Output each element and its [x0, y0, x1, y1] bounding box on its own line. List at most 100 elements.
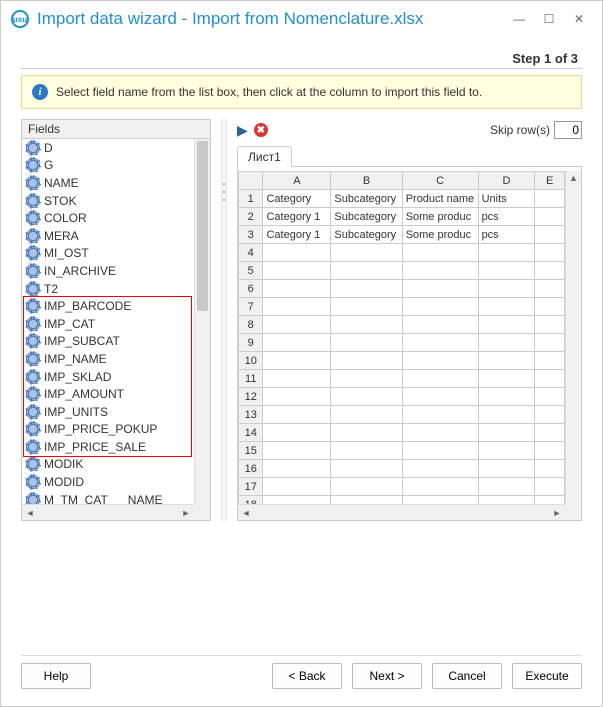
grid-cell[interactable]: pcs — [478, 208, 535, 226]
field-item[interactable]: MERA — [22, 227, 194, 245]
field-item[interactable]: MODID — [22, 473, 194, 491]
grid-cell[interactable]: Category 1 — [263, 226, 331, 244]
row-header[interactable]: 12 — [239, 388, 263, 406]
grid-cell[interactable] — [535, 478, 565, 496]
grid-cell[interactable] — [331, 442, 402, 460]
field-item[interactable]: STOK — [22, 192, 194, 210]
sheet-tab[interactable]: Лист1 — [237, 146, 292, 167]
row-header[interactable]: 8 — [239, 316, 263, 334]
grid-cell[interactable] — [535, 496, 565, 505]
fields-vscroll-thumb[interactable] — [197, 141, 208, 311]
row-header[interactable]: 15 — [239, 442, 263, 460]
grid-cell[interactable] — [402, 352, 478, 370]
col-header[interactable]: D — [478, 172, 535, 190]
grid-cell[interactable] — [478, 280, 535, 298]
grid-cell[interactable] — [535, 244, 565, 262]
grid-cell[interactable] — [402, 388, 478, 406]
next-button[interactable]: Next > — [352, 663, 422, 689]
grid-cell[interactable] — [331, 460, 402, 478]
col-header[interactable]: C — [402, 172, 478, 190]
grid-cell[interactable] — [331, 352, 402, 370]
grid-cell[interactable] — [263, 460, 331, 478]
grid-cell[interactable] — [331, 424, 402, 442]
field-item[interactable]: NAME — [22, 174, 194, 192]
grid-cell[interactable] — [402, 442, 478, 460]
grid-cell[interactable] — [263, 262, 331, 280]
grid-cell[interactable] — [263, 442, 331, 460]
grid-cell[interactable] — [535, 352, 565, 370]
field-item[interactable]: IN_ARCHIVE — [22, 262, 194, 280]
grid-cell[interactable] — [263, 424, 331, 442]
grid-cell[interactable]: Subcategory — [331, 226, 402, 244]
field-item[interactable]: MI_OST — [22, 245, 194, 263]
execute-button[interactable]: Execute — [512, 663, 582, 689]
grid-cell[interactable] — [263, 352, 331, 370]
field-item[interactable]: M_TM_CAT___NAME — [22, 491, 194, 504]
grid-cell[interactable]: Category — [263, 190, 331, 208]
grid-cell[interactable] — [535, 226, 565, 244]
col-header[interactable]: E — [535, 172, 565, 190]
spreadsheet-grid[interactable]: ABCDE1CategorySubcategoryProduct nameUni… — [237, 167, 582, 521]
field-item[interactable]: IMP_SKLAD — [22, 368, 194, 386]
grid-cell[interactable] — [535, 208, 565, 226]
grid-cell[interactable] — [478, 460, 535, 478]
grid-cell[interactable] — [535, 442, 565, 460]
grid-cell[interactable] — [535, 280, 565, 298]
grid-cell[interactable] — [535, 316, 565, 334]
grid-cell[interactable] — [535, 370, 565, 388]
grid-cell[interactable]: Subcategory — [331, 208, 402, 226]
splitter[interactable] — [221, 119, 227, 521]
hscroll-right-icon[interactable]: ► — [178, 506, 194, 520]
row-header[interactable]: 3 — [239, 226, 263, 244]
grid-cell[interactable] — [402, 478, 478, 496]
grid-cell[interactable] — [402, 298, 478, 316]
row-header[interactable]: 13 — [239, 406, 263, 424]
grid-cell[interactable]: Units — [478, 190, 535, 208]
grid-cell[interactable]: pcs — [478, 226, 535, 244]
grid-cell[interactable]: Product name — [402, 190, 478, 208]
cancel-button[interactable]: Cancel — [432, 663, 502, 689]
grid-cell[interactable] — [331, 298, 402, 316]
grid-cell[interactable] — [331, 316, 402, 334]
grid-cell[interactable] — [535, 190, 565, 208]
grid-cell[interactable]: Some produc — [402, 208, 478, 226]
grid-cell[interactable] — [331, 478, 402, 496]
grid-cell[interactable] — [478, 424, 535, 442]
grid-cell[interactable] — [535, 298, 565, 316]
field-item[interactable]: IMP_PRICE_SALE — [22, 438, 194, 456]
grid-cell[interactable] — [402, 280, 478, 298]
grid-cell[interactable] — [478, 496, 535, 505]
row-header[interactable]: 11 — [239, 370, 263, 388]
row-header[interactable]: 2 — [239, 208, 263, 226]
grid-cell[interactable] — [478, 352, 535, 370]
grid-cell[interactable] — [331, 406, 402, 424]
grid-cell[interactable] — [402, 244, 478, 262]
delete-icon[interactable]: ✖ — [254, 123, 268, 137]
grid-cell[interactable] — [535, 424, 565, 442]
fields-vscrollbar[interactable] — [194, 139, 210, 504]
back-button[interactable]: < Back — [272, 663, 342, 689]
maximize-button[interactable]: ☐ — [536, 9, 562, 29]
field-item[interactable]: IMP_NAME — [22, 350, 194, 368]
vscroll-up-icon[interactable]: ▲ — [566, 171, 581, 185]
grid-cell[interactable]: Subcategory — [331, 190, 402, 208]
col-header[interactable]: B — [331, 172, 402, 190]
minimize-button[interactable]: — — [506, 9, 532, 29]
grid-cell[interactable] — [535, 406, 565, 424]
field-item[interactable]: IMP_BARCODE — [22, 297, 194, 315]
grid-cell[interactable] — [263, 298, 331, 316]
grid-hscrollbar[interactable]: ◄ ► — [238, 504, 565, 520]
row-header[interactable]: 7 — [239, 298, 263, 316]
row-header[interactable]: 16 — [239, 460, 263, 478]
grid-cell[interactable] — [478, 442, 535, 460]
grid-cell[interactable] — [263, 406, 331, 424]
field-item[interactable]: G — [22, 157, 194, 175]
field-item[interactable]: T2 — [22, 280, 194, 298]
grid-cell[interactable] — [263, 316, 331, 334]
grid-cell[interactable] — [478, 388, 535, 406]
field-item[interactable]: IMP_AMOUNT — [22, 385, 194, 403]
grid-cell[interactable] — [402, 262, 478, 280]
row-header[interactable]: 18 — [239, 496, 263, 505]
grid-cell[interactable] — [535, 334, 565, 352]
grid-cell[interactable] — [478, 370, 535, 388]
